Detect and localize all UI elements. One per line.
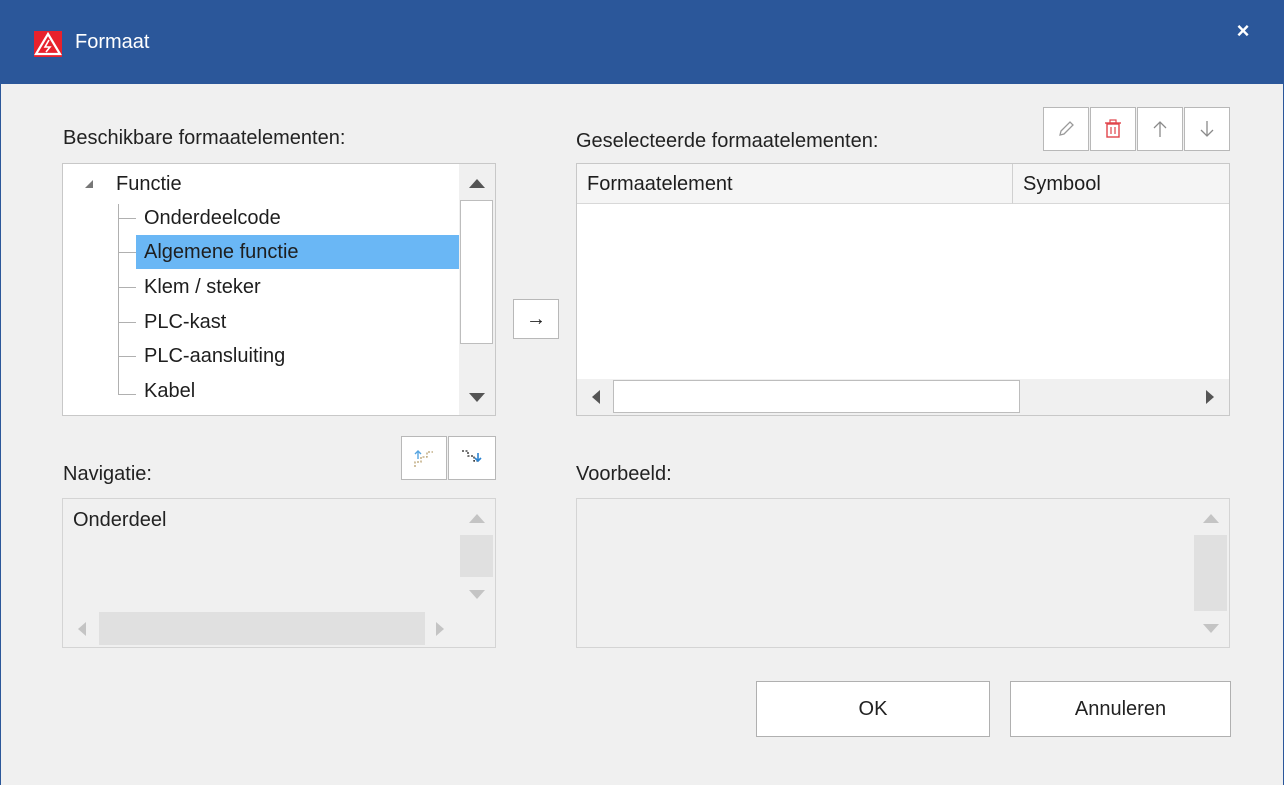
tree-vertical-scrollbar[interactable] — [459, 164, 495, 415]
preview-field — [576, 498, 1230, 648]
arrow-left-icon — [592, 390, 600, 404]
close-button[interactable]: × — [1225, 14, 1261, 48]
scroll-up-button[interactable] — [460, 501, 494, 535]
navigation-label: Navigatie: — [63, 463, 152, 485]
delete-button[interactable] — [1090, 107, 1136, 151]
tree-item-label: Onderdeelcode — [144, 207, 281, 229]
preview-vertical-scrollbar[interactable] — [1193, 499, 1229, 647]
title-bar[interactable]: Formaat × — [1, 0, 1284, 84]
tree-node-label: Functie — [116, 173, 182, 195]
scroll-left-button[interactable] — [65, 612, 99, 646]
arrow-down-icon — [469, 392, 485, 402]
arrow-down-icon — [469, 589, 485, 599]
trash-icon — [1105, 119, 1121, 138]
scroll-right-button[interactable] — [423, 612, 457, 646]
navigation-field[interactable]: Onderdeel — [62, 498, 496, 648]
arrow-left-icon — [78, 622, 86, 636]
available-elements-tree[interactable]: Functie Onderdeelcode Algemene functie K… — [62, 163, 496, 416]
steps-down-icon — [462, 450, 482, 463]
tree-item-plc-kast[interactable]: PLC-kast — [63, 305, 459, 339]
navigation-horizontal-scrollbar[interactable] — [63, 611, 459, 647]
column-header-symbool[interactable]: Symbool — [1013, 164, 1229, 204]
scroll-down-button[interactable] — [460, 380, 494, 414]
dialog-title: Formaat — [75, 31, 150, 53]
arrow-up-icon — [1203, 513, 1219, 523]
tree-item-label: Algemene functie — [144, 241, 299, 263]
scroll-up-button[interactable] — [1194, 501, 1228, 535]
arrow-right-icon: → — [526, 307, 546, 330]
tree-item-algemene-functie[interactable]: Algemene functie — [63, 235, 459, 269]
pencil-icon — [1059, 121, 1074, 136]
steps-up-icon — [414, 450, 433, 467]
arrow-right-icon — [1206, 390, 1214, 404]
selected-elements-grid[interactable]: Formaatelement Symbool — [576, 163, 1230, 416]
arrow-down-icon — [1200, 121, 1214, 137]
cancel-button[interactable]: Annuleren — [1010, 681, 1231, 737]
tree-item-plc-aansluiting[interactable]: PLC-aansluiting — [63, 339, 459, 373]
tree-item-label: PLC-aansluiting — [144, 345, 286, 367]
arrow-up-icon — [1153, 121, 1167, 137]
scroll-thumb[interactable] — [613, 380, 1020, 413]
cancel-button-label: Annuleren — [1074, 697, 1167, 720]
level-up-button[interactable] — [401, 436, 447, 480]
level-down-button[interactable] — [448, 436, 496, 480]
arrow-up-icon — [469, 513, 485, 523]
tree-item-kabel[interactable]: Kabel — [63, 374, 459, 408]
move-down-button[interactable] — [1184, 107, 1230, 151]
tree-item-klem-steker[interactable]: Klem / steker — [63, 270, 459, 304]
arrow-up-icon — [469, 178, 485, 188]
navigation-vertical-scrollbar[interactable] — [459, 499, 495, 611]
expand-triangle-icon[interactable] — [85, 180, 93, 188]
scroll-up-button[interactable] — [460, 166, 494, 200]
ok-button[interactable]: OK — [756, 681, 990, 737]
app-warning-icon — [34, 31, 62, 57]
navigation-value: Onderdeel — [73, 509, 167, 531]
add-element-button[interactable]: → — [513, 299, 559, 339]
scroll-thumb[interactable] — [99, 612, 425, 645]
scroll-right-button[interactable] — [1193, 380, 1227, 414]
column-header-formaatelement[interactable]: Formaatelement — [577, 164, 1013, 204]
available-elements-label: Beschikbare formaatelementen: — [63, 127, 346, 149]
grid-horizontal-scrollbar[interactable] — [577, 379, 1229, 415]
tree-item-label: Kabel — [144, 380, 196, 402]
scroll-thumb[interactable] — [460, 535, 493, 577]
format-dialog: Formaat × Beschikbare formaatelementen: … — [0, 0, 1284, 785]
scroll-down-button[interactable] — [460, 577, 494, 611]
scroll-thumb[interactable] — [460, 200, 493, 344]
scroll-down-button[interactable] — [1194, 611, 1228, 645]
tree-item-label: PLC-kast — [144, 311, 227, 333]
preview-label: Voorbeeld: — [576, 463, 672, 485]
arrow-right-icon — [436, 622, 444, 636]
edit-button[interactable] — [1043, 107, 1089, 151]
selected-elements-label: Geselecteerde formaatelementen: — [576, 130, 879, 152]
scroll-thumb[interactable] — [1194, 535, 1227, 611]
move-up-button[interactable] — [1137, 107, 1183, 151]
ok-button-label: OK — [858, 697, 888, 720]
tree-item-label: Klem / steker — [144, 276, 261, 298]
tree-item-onderdeelcode[interactable]: Onderdeelcode — [63, 201, 459, 235]
arrow-down-icon — [1203, 623, 1219, 633]
scroll-left-button[interactable] — [579, 380, 613, 414]
